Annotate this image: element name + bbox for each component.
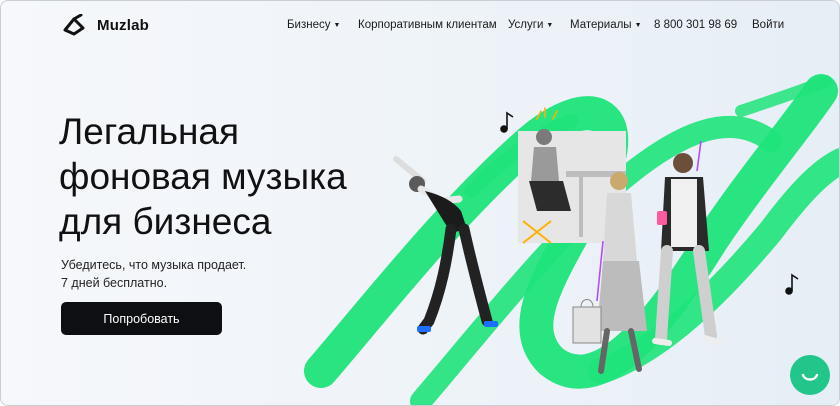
nav-item-corporate[interactable]: Корпоративным клиентам xyxy=(358,19,497,31)
nav-item-label: Бизнесу xyxy=(287,19,331,31)
nav-login-link[interactable]: Войти xyxy=(752,19,784,31)
hero-subtitle-line: 7 дней бесплатно. xyxy=(61,276,168,290)
hero-title: Легальная фоновая музыка для бизнеса xyxy=(59,109,347,244)
nav-item-label: Корпоративным клиентам xyxy=(358,19,497,31)
nav-item-services[interactable]: Услуги ▼ xyxy=(508,19,553,31)
hero-illustration xyxy=(304,74,839,405)
phone-number: 8 800 301 98 69 xyxy=(654,19,738,31)
brand-name: Muzlab xyxy=(97,16,150,34)
brand-logo[interactable]: Muzlab xyxy=(61,14,149,36)
nav-phone-link[interactable]: 8 800 301 98 69 xyxy=(654,19,737,31)
page: Muzlab Бизнесу ▼ Корпоративным клиентам … xyxy=(0,0,840,406)
login-label: Войти xyxy=(752,19,785,31)
nav-item-business[interactable]: Бизнесу ▼ xyxy=(287,19,340,31)
chat-smile-icon xyxy=(801,373,819,381)
hero-subtitle-line: Убедитесь, что музыка продает. xyxy=(61,258,247,272)
nav-item-materials[interactable]: Материалы ▼ xyxy=(570,19,642,31)
caret-down-icon: ▼ xyxy=(333,22,341,29)
hero-title-line: Легальная xyxy=(59,111,240,152)
hero-subtitle: Убедитесь, что музыка продает. 7 дней бе… xyxy=(61,256,246,292)
nav-item-label: Услуги xyxy=(508,19,544,31)
hero-title-line: фоновая музыка xyxy=(59,156,347,197)
music-note-logo-icon xyxy=(63,14,85,36)
chat-widget-button[interactable] xyxy=(790,355,830,395)
caret-down-icon: ▼ xyxy=(546,22,554,29)
hero-title-line: для бизнеса xyxy=(59,201,272,242)
nav-item-label: Материалы xyxy=(570,19,632,31)
try-button[interactable]: Попробовать xyxy=(61,302,222,335)
site-header: Muzlab Бизнесу ▼ Корпоративным клиентам … xyxy=(1,1,839,51)
caret-down-icon: ▼ xyxy=(634,22,642,29)
